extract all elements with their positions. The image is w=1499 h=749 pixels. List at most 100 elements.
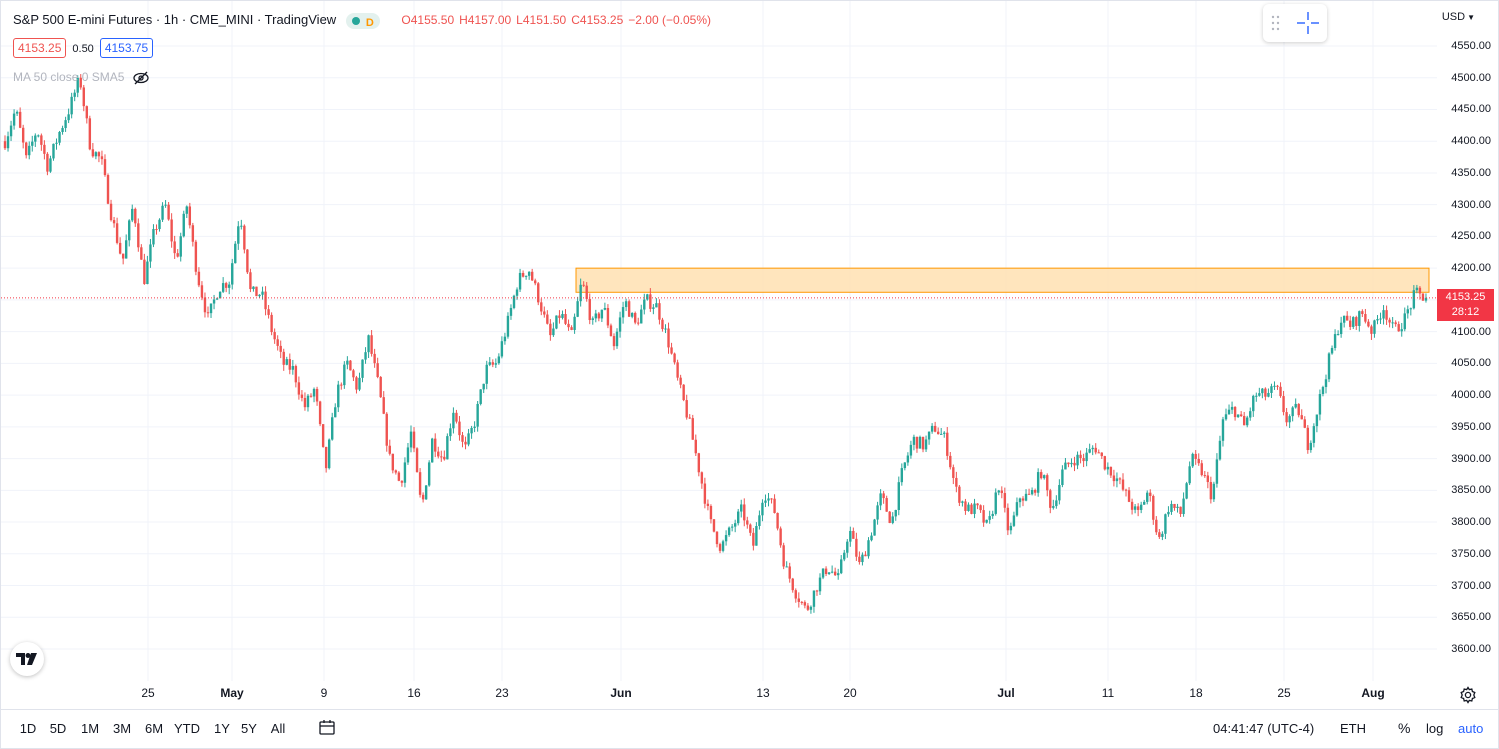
candle [1355,315,1358,330]
crosshair-icon[interactable] [1295,10,1321,36]
candle [1143,499,1146,505]
candle [900,463,904,486]
candle [361,359,364,383]
candle [879,489,882,511]
time-axis[interactable]: 25 May 9 16 23 Jun 13 20 Jul 11 18 25 Aug [1,681,1437,707]
candle [1191,452,1194,468]
candle [112,216,116,228]
candle [1270,383,1273,399]
range-button-1y[interactable]: 1Y [214,721,230,736]
indicator-label: MA 50 close 0 SMA5 [13,70,125,84]
candle [637,317,640,326]
candle [1200,460,1203,477]
candle [1312,423,1316,448]
price-axis[interactable]: USD ▼ 4550.00 4500.00 4450.00 4400.00 4350.00… [1437,1,1499,681]
candlestick-plot[interactable] [1,1,1437,681]
candle [288,353,291,375]
candle [224,281,228,293]
range-button-all[interactable]: All [271,721,285,736]
percent-scale-toggle[interactable]: % [1398,720,1410,736]
candle [979,504,982,513]
candle [473,421,476,433]
candle [773,494,776,514]
candle [1058,479,1061,505]
candle [849,526,852,547]
candle [903,462,907,471]
candle [1279,382,1282,398]
indicator-legend[interactable]: MA 50 close 0 SMA5 [13,70,150,85]
interval-badge: D [365,16,374,29]
candle [776,512,779,531]
candle [1249,407,1252,421]
candle [237,221,240,250]
candle [1294,398,1297,409]
candle [1161,531,1164,541]
candle [846,539,849,558]
candle [6,131,10,152]
candle [70,92,73,119]
currency-selector[interactable]: USD ▼ [1442,11,1475,23]
candle [21,124,25,149]
candle [264,286,267,316]
candle [100,150,104,165]
candle [764,494,767,508]
candle [700,471,704,489]
candle [31,135,34,152]
range-button-5d[interactable]: 5D [50,721,67,736]
candle [794,588,797,603]
candle [861,552,864,566]
market-open-dot-icon [351,17,360,26]
market-status-badge[interactable]: D [345,12,380,29]
session-toggle[interactable]: ETH [1340,721,1366,736]
candle [182,210,185,238]
price-tick-label: 3650.00 [1451,611,1491,624]
candle [1209,476,1213,504]
price-tick-label: 4500.00 [1451,71,1491,84]
candle [1255,392,1258,402]
candle [1373,319,1376,338]
range-button-ytd[interactable]: YTD [174,721,200,736]
candle [643,293,646,315]
range-button-1d[interactable]: 1D [20,721,37,736]
candle [421,492,425,503]
hidden-eye-icon[interactable] [132,71,150,85]
candle [1030,487,1034,496]
drag-handle-icon[interactable] [1271,15,1281,31]
range-button-6m[interactable]: 6M [145,721,163,736]
low-value: L4151.50 [516,13,567,27]
resistance-zone-rectangle[interactable] [575,267,1430,293]
calendar-goto-icon[interactable] [318,719,336,737]
chart-pane[interactable] [1,1,1437,681]
candle [128,219,131,247]
candle [788,562,791,583]
range-button-1m[interactable]: 1M [81,721,99,736]
log-scale-toggle[interactable]: log [1426,721,1443,736]
candle [709,504,713,524]
price-tick-label: 3600.00 [1451,643,1491,655]
candle [509,304,513,320]
clock-timezone[interactable]: 04:41:47 (UTC-4) [1213,721,1314,736]
range-button-5y[interactable]: 5Y [241,721,257,736]
gear-icon[interactable] [1459,686,1477,704]
tradingview-logo[interactable] [10,642,44,676]
candle [527,271,531,280]
candle [212,294,216,310]
candle [370,330,373,357]
candle [540,298,543,316]
candle [327,438,331,470]
time-tick-label: 16 [407,686,421,700]
auto-scale-toggle[interactable]: auto [1458,721,1483,736]
candle [382,391,385,415]
candle [985,519,988,524]
sell-price-button[interactable]: 4153.25 [13,38,67,58]
candle [670,342,673,355]
candle [797,592,801,608]
currency-label: USD [1441,11,1466,23]
candle [1403,307,1406,332]
candle [394,469,398,475]
symbol-title[interactable]: S&P 500 E-mini Futures · 1h · CME_MINI ·… [13,12,336,27]
candle [1009,522,1013,535]
buy-price-button[interactable]: 4153.75 [99,38,154,58]
range-button-3m[interactable]: 3M [113,721,131,736]
candle [1124,488,1128,497]
